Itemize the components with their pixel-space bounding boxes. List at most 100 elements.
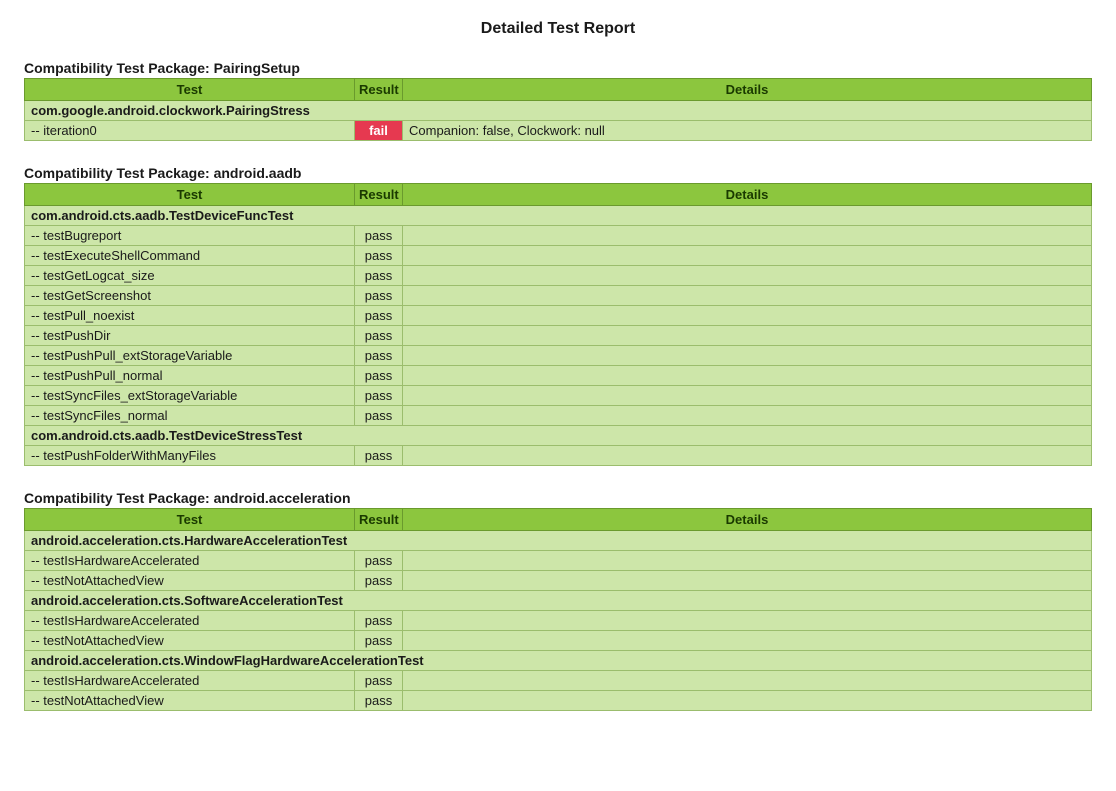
test-name: -- testIsHardwareAccelerated (25, 671, 355, 691)
test-row: -- testGetScreenshotpass (25, 286, 1092, 306)
package-title: Compatibility Test Package: android.aadb (24, 165, 1092, 181)
test-result: pass (355, 671, 403, 691)
suite-name: com.google.android.clockwork.PairingStre… (25, 101, 1092, 121)
test-details (403, 246, 1092, 266)
column-header-test: Test (25, 509, 355, 531)
test-details (403, 571, 1092, 591)
test-row: -- testExecuteShellCommandpass (25, 246, 1092, 266)
test-name: -- testNotAttachedView (25, 631, 355, 651)
suite-name: android.acceleration.cts.SoftwareAcceler… (25, 591, 1092, 611)
test-details: Companion: false, Clockwork: null (403, 121, 1092, 141)
test-result: pass (355, 406, 403, 426)
test-name: -- testGetScreenshot (25, 286, 355, 306)
test-details (403, 671, 1092, 691)
suite-row: android.acceleration.cts.HardwareAcceler… (25, 531, 1092, 551)
test-result: pass (355, 246, 403, 266)
test-result: pass (355, 691, 403, 711)
test-row: -- testGetLogcat_sizepass (25, 266, 1092, 286)
test-details (403, 286, 1092, 306)
test-name: -- testPushPull_normal (25, 366, 355, 386)
test-result: pass (355, 226, 403, 246)
test-row: -- testNotAttachedViewpass (25, 631, 1092, 651)
test-result: pass (355, 326, 403, 346)
test-row: -- testNotAttachedViewpass (25, 571, 1092, 591)
test-name: -- testExecuteShellCommand (25, 246, 355, 266)
test-result: pass (355, 266, 403, 286)
test-row: -- testNotAttachedViewpass (25, 691, 1092, 711)
test-row: -- testPushDirpass (25, 326, 1092, 346)
package-block: Compatibility Test Package: android.aadb… (24, 165, 1092, 466)
test-row: -- testBugreportpass (25, 226, 1092, 246)
test-name: -- testPushFolderWithManyFiles (25, 446, 355, 466)
test-details (403, 386, 1092, 406)
test-name: -- testGetLogcat_size (25, 266, 355, 286)
column-header-result: Result (355, 79, 403, 101)
column-header-result: Result (355, 184, 403, 206)
results-table: TestResultDetailsandroid.acceleration.ct… (24, 508, 1092, 711)
test-result: pass (355, 611, 403, 631)
package-title: Compatibility Test Package: android.acce… (24, 490, 1092, 506)
test-row: -- testIsHardwareAcceleratedpass (25, 551, 1092, 571)
test-name: -- testNotAttachedView (25, 691, 355, 711)
suite-row: com.android.cts.aadb.TestDeviceStressTes… (25, 426, 1092, 446)
test-result: pass (355, 346, 403, 366)
test-row: -- testSyncFiles_normalpass (25, 406, 1092, 426)
test-name: -- testPushDir (25, 326, 355, 346)
test-details (403, 406, 1092, 426)
test-row: -- testIsHardwareAcceleratedpass (25, 671, 1092, 691)
package-title: Compatibility Test Package: PairingSetup (24, 60, 1092, 76)
test-row: -- iteration0failCompanion: false, Clock… (25, 121, 1092, 141)
test-details (403, 326, 1092, 346)
test-details (403, 266, 1092, 286)
test-name: -- testIsHardwareAccelerated (25, 551, 355, 571)
test-details (403, 306, 1092, 326)
suite-name: android.acceleration.cts.HardwareAcceler… (25, 531, 1092, 551)
suite-row: android.acceleration.cts.WindowFlagHardw… (25, 651, 1092, 671)
suite-name: com.android.cts.aadb.TestDeviceStressTes… (25, 426, 1092, 446)
test-result: pass (355, 631, 403, 651)
package-block: Compatibility Test Package: PairingSetup… (24, 60, 1092, 141)
test-result: pass (355, 551, 403, 571)
test-name: -- testPushPull_extStorageVariable (25, 346, 355, 366)
test-result: fail (355, 121, 403, 141)
suite-name: com.android.cts.aadb.TestDeviceFuncTest (25, 206, 1092, 226)
test-result: pass (355, 286, 403, 306)
test-result: pass (355, 366, 403, 386)
test-name: -- iteration0 (25, 121, 355, 141)
test-result: pass (355, 446, 403, 466)
column-header-details: Details (403, 79, 1092, 101)
test-details (403, 346, 1092, 366)
test-row: -- testPushPull_extStorageVariablepass (25, 346, 1092, 366)
test-name: -- testSyncFiles_normal (25, 406, 355, 426)
package-block: Compatibility Test Package: android.acce… (24, 490, 1092, 711)
test-name: -- testSyncFiles_extStorageVariable (25, 386, 355, 406)
column-header-test: Test (25, 79, 355, 101)
test-details (403, 611, 1092, 631)
test-result: pass (355, 386, 403, 406)
test-name: -- testPull_noexist (25, 306, 355, 326)
test-row: -- testPushPull_normalpass (25, 366, 1092, 386)
test-result: pass (355, 306, 403, 326)
suite-name: android.acceleration.cts.WindowFlagHardw… (25, 651, 1092, 671)
suite-row: android.acceleration.cts.SoftwareAcceler… (25, 591, 1092, 611)
test-name: -- testBugreport (25, 226, 355, 246)
test-row: -- testSyncFiles_extStorageVariablepass (25, 386, 1092, 406)
test-details (403, 366, 1092, 386)
test-name: -- testNotAttachedView (25, 571, 355, 591)
column-header-result: Result (355, 509, 403, 531)
test-details (403, 631, 1092, 651)
page-title: Detailed Test Report (24, 20, 1092, 38)
results-table: TestResultDetailscom.android.cts.aadb.Te… (24, 183, 1092, 466)
test-row: -- testPull_noexistpass (25, 306, 1092, 326)
test-details (403, 446, 1092, 466)
test-row: -- testPushFolderWithManyFilespass (25, 446, 1092, 466)
column-header-details: Details (403, 509, 1092, 531)
column-header-details: Details (403, 184, 1092, 206)
test-details (403, 226, 1092, 246)
test-result: pass (355, 571, 403, 591)
test-details (403, 691, 1092, 711)
results-table: TestResultDetailscom.google.android.cloc… (24, 78, 1092, 141)
suite-row: com.android.cts.aadb.TestDeviceFuncTest (25, 206, 1092, 226)
test-row: -- testIsHardwareAcceleratedpass (25, 611, 1092, 631)
test-name: -- testIsHardwareAccelerated (25, 611, 355, 631)
